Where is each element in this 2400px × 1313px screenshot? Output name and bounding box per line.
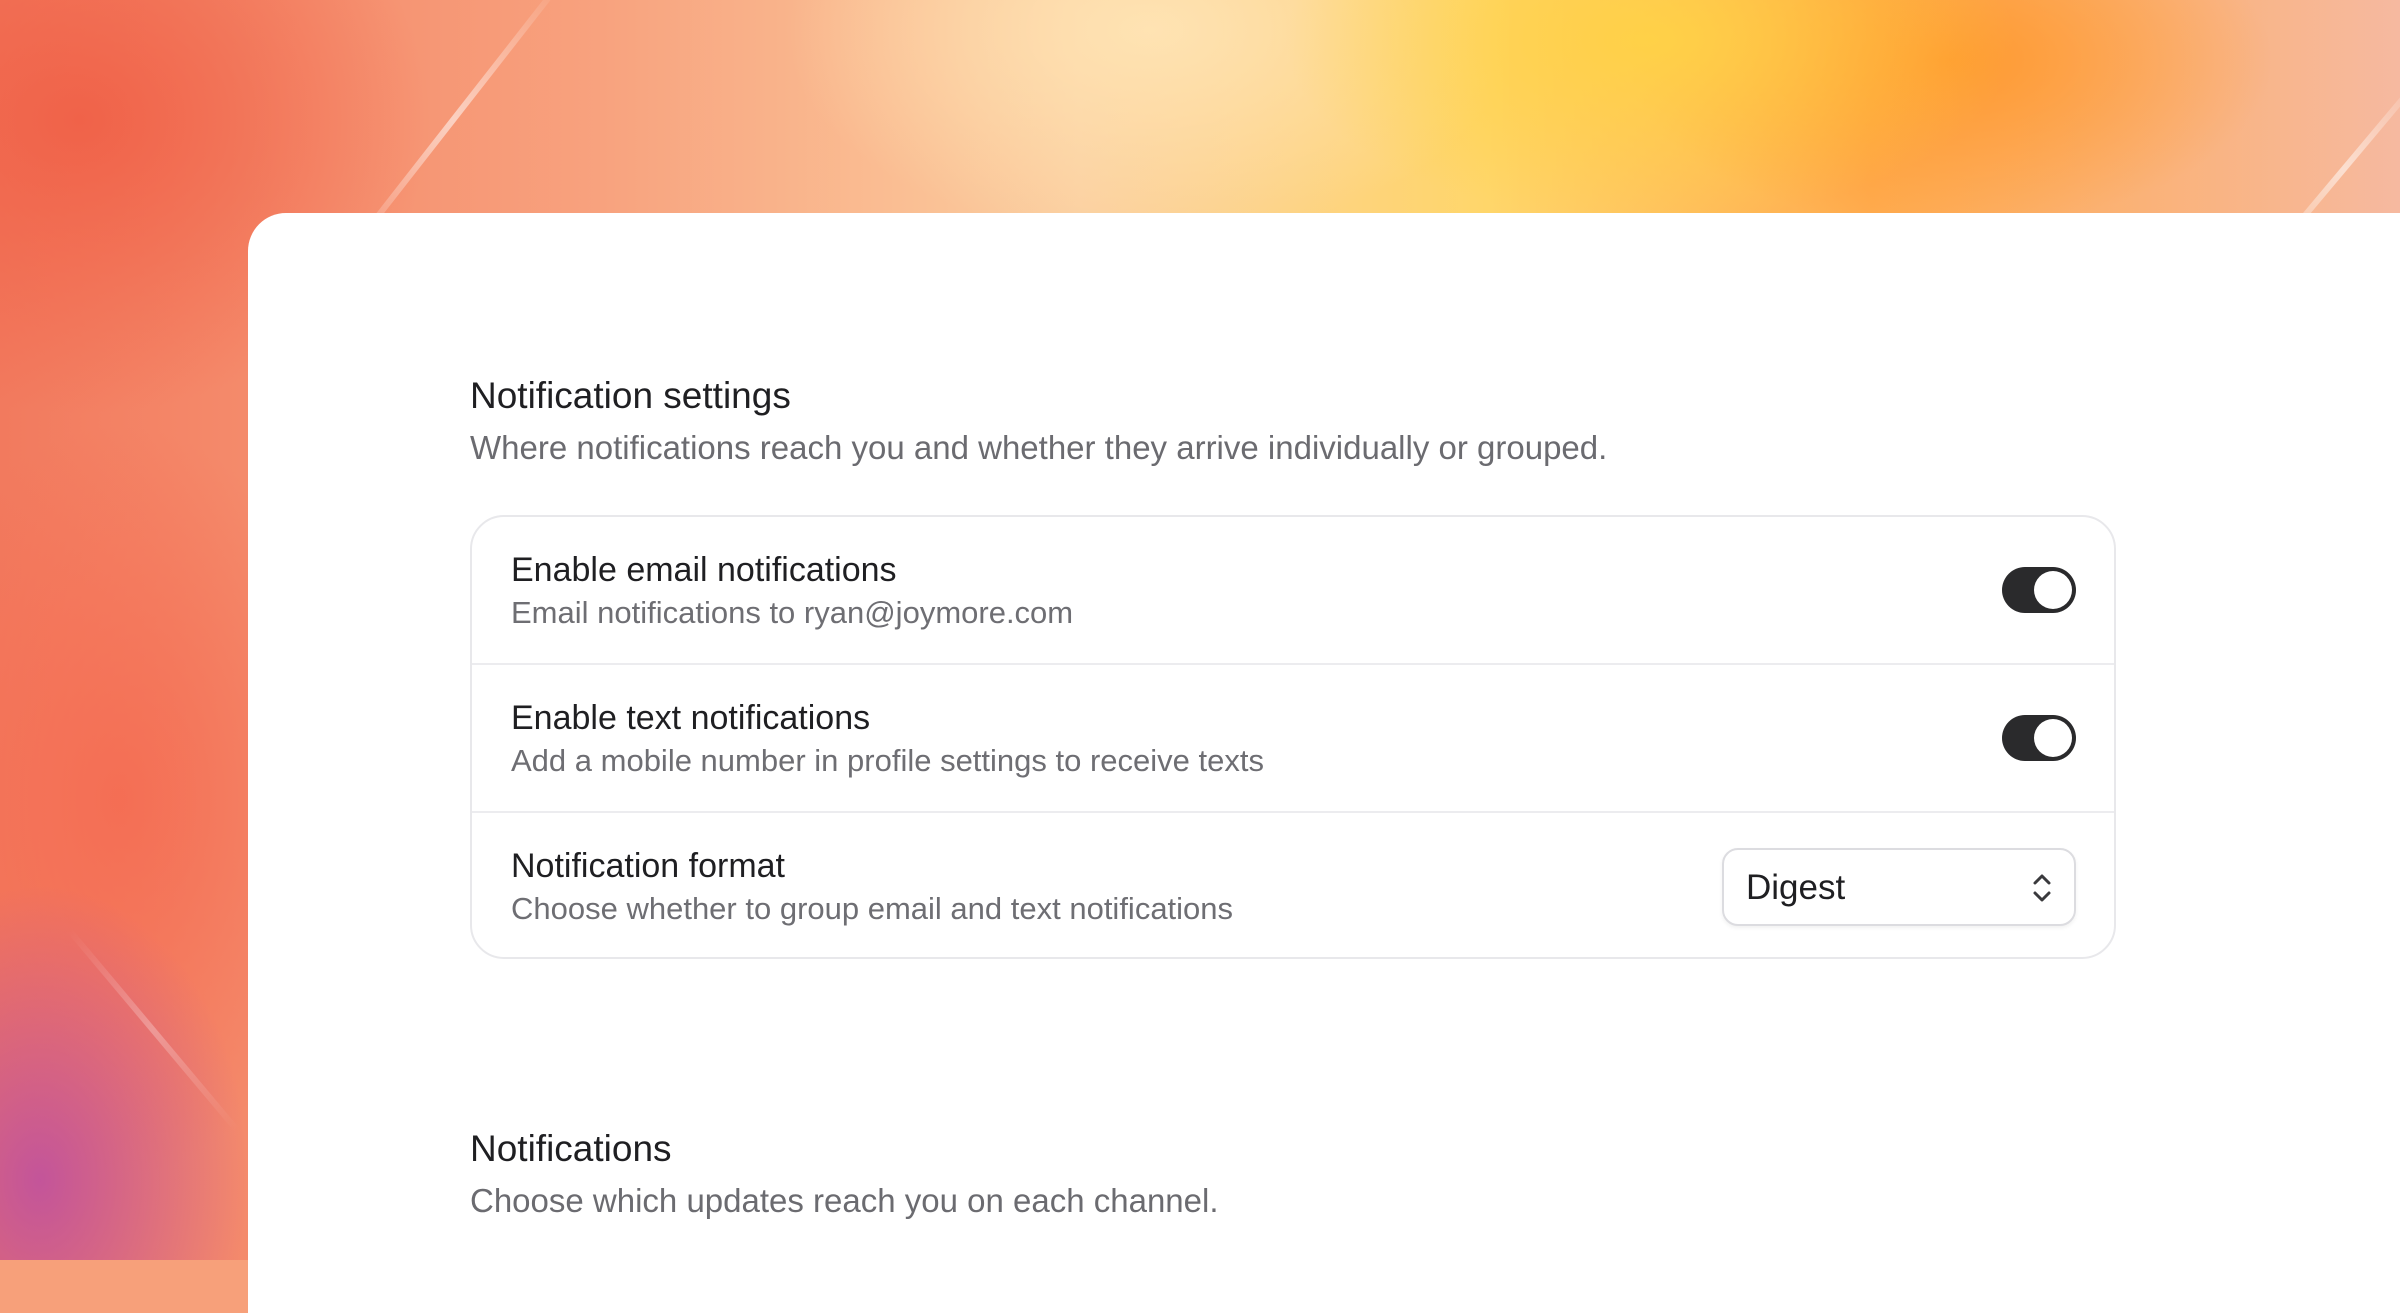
row-subtitle: Add a mobile number in profile settings …	[511, 743, 1264, 778]
row-text: Enable email notifications Email notific…	[511, 549, 1073, 633]
text-notifications-row: Enable text notifications Add a mobile n…	[472, 665, 2114, 813]
row-subtitle: Email notifications to ryan@joymore.com	[511, 595, 1074, 630]
section-title: Notifications	[470, 1128, 672, 1169]
email-notifications-row: Enable email notifications Email notific…	[472, 517, 2114, 665]
row-title: Enable text notifications	[511, 699, 871, 737]
row-subtitle: Choose whether to group email and text n…	[511, 891, 1234, 926]
row-text: Enable text notifications Add a mobile n…	[511, 697, 1264, 781]
notification-settings-header: Notification settings Where notification…	[470, 373, 1607, 469]
toggle-knob	[2034, 719, 2072, 757]
section-title: Notification settings	[470, 375, 791, 416]
text-notifications-toggle[interactable]	[2002, 715, 2076, 761]
notification-format-row: Notification format Choose whether to gr…	[472, 813, 2114, 961]
notification-settings-card: Enable email notifications Email notific…	[470, 515, 2116, 959]
row-title: Notification format	[511, 847, 785, 885]
toggle-knob	[2034, 571, 2072, 609]
section-description: Where notifications reach you and whethe…	[470, 429, 1608, 466]
select-value: Digest	[1746, 868, 1846, 907]
notification-format-select[interactable]: Digest	[1722, 848, 2076, 926]
row-title: Enable email notifications	[511, 551, 897, 589]
section-description: Choose which updates reach you on each c…	[470, 1182, 1219, 1219]
settings-panel: Notification settings Where notification…	[248, 213, 2400, 1313]
row-text: Notification format Choose whether to gr…	[511, 845, 1233, 929]
email-notifications-toggle[interactable]	[2002, 567, 2076, 613]
notifications-header: Notifications Choose which updates reach…	[470, 1126, 1219, 1222]
chevron-up-down-icon	[2033, 874, 2051, 902]
